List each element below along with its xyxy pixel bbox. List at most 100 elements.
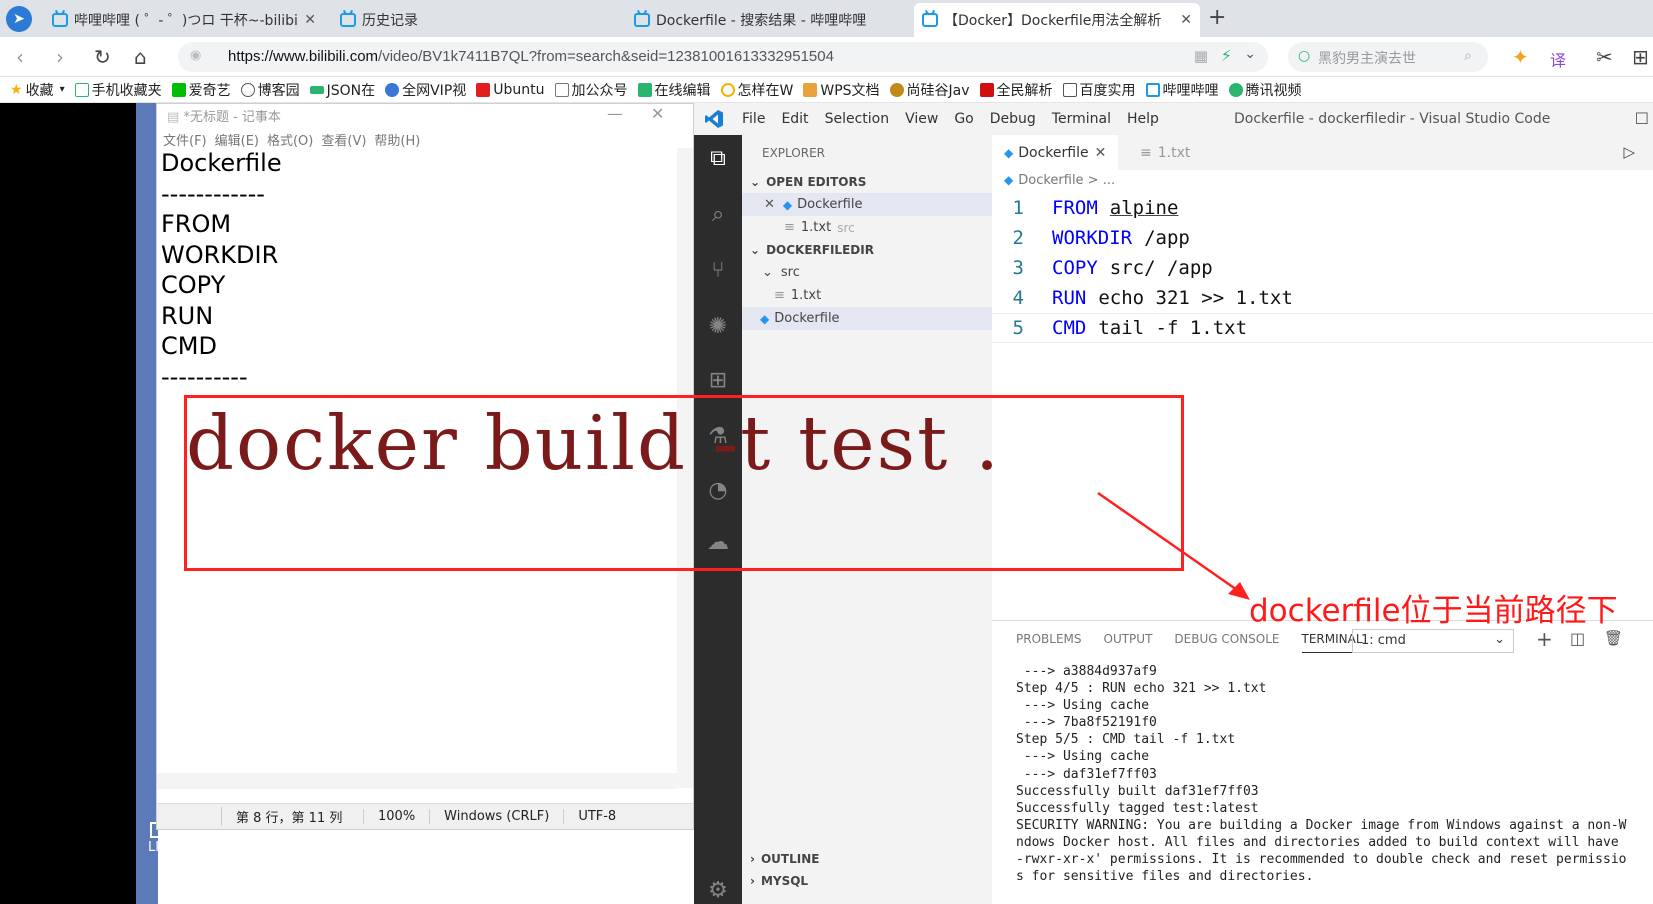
bookmark-item[interactable]: 全民解析: [979, 80, 1053, 100]
menu-file[interactable]: 文件(F): [163, 130, 207, 150]
new-tab-button[interactable]: +: [1208, 5, 1226, 30]
tree-file-1txt[interactable]: ≡ 1.txt: [742, 284, 992, 307]
split-terminal-icon[interactable]: ◫: [1570, 629, 1585, 648]
bookmark-item[interactable]: ★ 收藏 ▾: [10, 80, 65, 100]
close-icon[interactable]: ✕: [1095, 145, 1107, 161]
bookmark-item[interactable]: 加公众号: [554, 80, 628, 100]
chevron-down-icon[interactable]: ⌄: [1244, 46, 1256, 62]
source-control-icon[interactable]: ⑂: [706, 259, 730, 283]
run-icon[interactable]: ▷: [1623, 143, 1635, 161]
menu-help[interactable]: 帮助(H): [374, 130, 420, 150]
terminal-output[interactable]: ---> a3884d937af9 Step 4/5 : RUN echo 32…: [1016, 663, 1626, 885]
browser-tab-3[interactable]: Dockerfile - 搜索结果 - 哔哩哔哩: [626, 3, 908, 37]
open-editors-header[interactable]: ⌄ OPEN EDITORS: [742, 171, 992, 193]
editor-tab-1txt[interactable]: ≡ 1.txt: [1128, 135, 1238, 170]
bookmark-item[interactable]: Ubuntu: [476, 82, 545, 98]
bookmark-item[interactable]: 怎样在W: [720, 80, 793, 100]
menu-file[interactable]: File: [742, 111, 765, 127]
editor-tab-dockerfile[interactable]: ◆ Dockerfile ✕: [992, 135, 1118, 170]
menu-help[interactable]: Help: [1127, 111, 1159, 127]
apps-icon[interactable]: ⊞: [1632, 45, 1649, 69]
text-file-icon: ≡: [784, 220, 795, 235]
open-editor-dockerfile[interactable]: ✕ ◆ Dockerfile: [742, 193, 992, 216]
reload-icon[interactable]: ↻: [94, 45, 111, 69]
browser-tab-1[interactable]: 哔哩哔哩 ( ゜- ゜)つロ 干杯~-bilibi ✕: [44, 3, 324, 37]
bookmark-item[interactable]: 尚硅谷Jav: [889, 80, 970, 100]
menu-terminal[interactable]: Terminal: [1052, 111, 1111, 127]
bookmark-item[interactable]: 腾讯视频: [1228, 80, 1302, 100]
horizontal-scrollbar[interactable]: [157, 773, 677, 789]
extensions-icon[interactable]: ⊞: [706, 369, 730, 393]
terminal-panel: PROBLEMS OUTPUT DEBUG CONSOLE TERMINAL 1…: [992, 620, 1653, 904]
desktop-wallpaper-strip: [136, 103, 158, 904]
menu-edit[interactable]: Edit: [781, 111, 808, 127]
mysql-header[interactable]: › MYSQL: [742, 870, 992, 892]
minimize-button[interactable]: —: [607, 104, 623, 123]
browser-tab-2[interactable]: 历史记录: [332, 3, 622, 37]
bookmark-item[interactable]: 博客园: [240, 80, 300, 100]
menu-view[interactable]: 查看(V): [321, 130, 366, 150]
bookmark-item[interactable]: 在线编辑: [637, 80, 711, 100]
browser-tab-bar: ➤ 哔哩哔哩 ( ゜- ゜)つロ 干杯~-bilibi ✕ 历史记录 Docke…: [0, 0, 1653, 37]
code-line: 3 COPY src/ /app: [1012, 257, 1213, 279]
settings-gear-icon[interactable]: ⚙: [706, 879, 730, 903]
notepad-title: *无标题 - 记事本: [183, 110, 281, 125]
url-field[interactable]: ◉ https://www.bilibili.com/video/BV1k741…: [178, 42, 1268, 72]
image-icon: [1062, 82, 1077, 97]
bookmark-item[interactable]: 百度实用: [1062, 80, 1136, 100]
tree-folder-src[interactable]: ⌄ src: [742, 261, 992, 284]
search-circle-icon: [720, 82, 735, 97]
bookmark-item[interactable]: WPS文档: [803, 80, 880, 100]
menu-debug[interactable]: Debug: [990, 111, 1036, 127]
bilibili-tv-icon: [634, 13, 650, 27]
search-input[interactable]: ○ 黑豹男主演去世 ⌕: [1288, 42, 1488, 72]
scissors-icon[interactable]: ✂: [1596, 45, 1613, 69]
forward-icon[interactable]: ›: [56, 45, 64, 69]
code-editor[interactable]: 1 FROM alpine 2 WORKDIR/app 3 COPY src/ /app …: [992, 193, 1653, 343]
bookmark-item[interactable]: JSON在: [309, 80, 375, 100]
notepad-titlebar: ▤ *无标题 - 记事本 — ✕: [157, 104, 693, 128]
lock-icon: ◉: [190, 48, 202, 63]
menu-view[interactable]: View: [905, 111, 938, 127]
browser-tab-4[interactable]: 【Docker】Dockerfile用法全解析 ✕: [914, 3, 1200, 37]
outline-header[interactable]: › OUTLINE: [742, 848, 992, 870]
bookmark-item[interactable]: 爱奇艺: [171, 80, 231, 100]
open-editor-1txt[interactable]: ≡ 1.txt src: [742, 216, 992, 239]
chevron-down-icon: ▾: [59, 84, 65, 95]
trash-icon[interactable]: 🗑: [1604, 629, 1623, 647]
search-icon[interactable]: ⌕: [1464, 48, 1472, 64]
menu-format[interactable]: 格式(O): [267, 130, 313, 150]
maximize-button[interactable]: ☐: [1635, 109, 1649, 128]
close-icon[interactable]: ✕: [764, 197, 775, 212]
breadcrumb[interactable]: ◆ Dockerfile > ...: [1004, 173, 1115, 188]
notepad-text-area[interactable]: Dockerfile ------------ FROM WORKDIR COP…: [161, 148, 282, 392]
home-icon[interactable]: ⌂: [134, 45, 147, 69]
close-icon[interactable]: ✕: [1180, 12, 1192, 28]
tab-debug-console[interactable]: DEBUG CONSOLE: [1174, 632, 1279, 646]
grid-icon[interactable]: ▦: [1194, 47, 1208, 65]
chevron-down-icon: ⌄: [750, 243, 761, 257]
back-icon[interactable]: ‹: [16, 45, 24, 69]
bookmark-item[interactable]: 哔哩哔哩: [1145, 80, 1219, 100]
close-icon[interactable]: ✕: [304, 12, 316, 28]
bolt-icon[interactable]: ⚡: [1221, 46, 1232, 65]
tree-file-dockerfile[interactable]: ◆ Dockerfile: [742, 307, 992, 330]
menu-go[interactable]: Go: [954, 111, 973, 127]
explorer-icon[interactable]: ⧉: [706, 147, 730, 171]
search-icon[interactable]: ⌕: [706, 203, 730, 227]
tab-problems[interactable]: PROBLEMS: [1016, 632, 1082, 646]
browser-nav-icon[interactable]: ➤: [6, 6, 32, 32]
debug-icon[interactable]: ✺: [706, 315, 730, 339]
bookmark-item[interactable]: 全网VIP视: [385, 80, 466, 100]
translate-icon[interactable]: 译: [1550, 47, 1566, 71]
menu-edit[interactable]: 编辑(E): [215, 130, 259, 150]
v-icon: [979, 82, 994, 97]
close-button[interactable]: ✕: [651, 104, 664, 123]
extension-icon[interactable]: ✦: [1512, 45, 1529, 69]
terminal-select[interactable]: 1: cmd ⌄: [1352, 629, 1514, 653]
menu-selection[interactable]: Selection: [825, 111, 890, 127]
bookmark-item[interactable]: 手机收藏夹: [74, 80, 162, 100]
folder-header[interactable]: ⌄ DOCKERFILEDIR: [742, 239, 992, 261]
add-terminal-icon[interactable]: +: [1536, 627, 1553, 651]
tab-output[interactable]: OUTPUT: [1104, 632, 1153, 646]
